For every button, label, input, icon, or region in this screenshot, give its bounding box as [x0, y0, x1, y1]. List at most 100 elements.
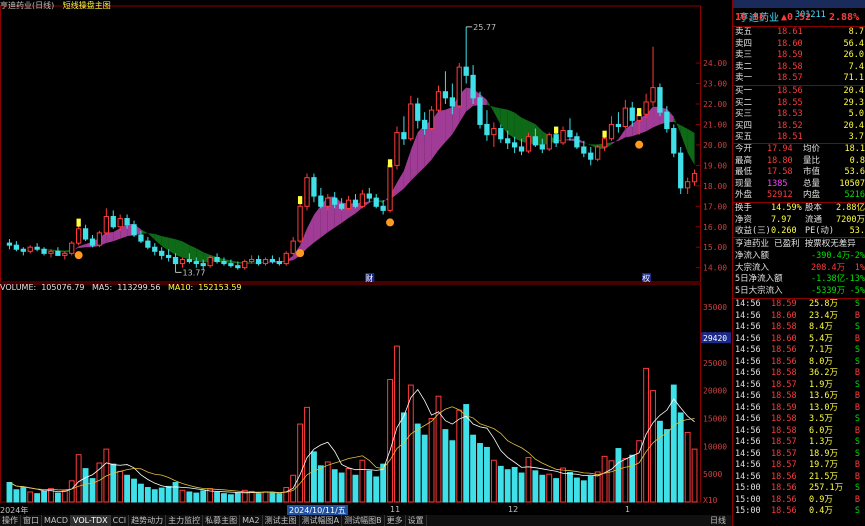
candle-body [172, 256, 179, 265]
ma5-value: 113299.56 [117, 283, 161, 292]
kline-chart[interactable]: 24.00 23.00 22.00 21.00 20.00 19.00 18.00 17.00… [0, 0, 732, 515]
candle-body [671, 128, 677, 154]
tick-side: B [854, 310, 860, 321]
candle-body [615, 123, 622, 127]
indicator-tab[interactable]: MA2 [240, 515, 263, 526]
volume-marker-label: 29420 [703, 334, 727, 343]
ask-price: 18.60 [777, 38, 803, 49]
stat-key: 外盘 [735, 190, 753, 200]
price-tick-label: 18.00 [703, 182, 727, 191]
tick-time: 14:56 [735, 379, 761, 390]
candle-body [138, 234, 144, 242]
stat-key: 总量 [803, 178, 821, 189]
trend-band-segment [307, 214, 314, 249]
candle-body [463, 66, 469, 76]
vol-value: 105076.79 [41, 283, 85, 292]
indicator-tab[interactable]: MACD [42, 515, 71, 526]
trend-band-segment [196, 248, 204, 263]
tick-volume: 18.9万 [809, 448, 838, 459]
indicator-tab[interactable]: 测试幅图A [300, 515, 343, 526]
low-label: 13.77 [183, 268, 206, 277]
bid-row: 买五 18.51 3.7 [733, 132, 865, 143]
stat-key: 内盘 [803, 190, 821, 200]
candle-body [82, 228, 89, 240]
tick-row: 14:56 18.56 8.0万 S [733, 357, 865, 368]
volume-bar [297, 423, 304, 503]
volume-bar [650, 390, 656, 503]
tick-row: 14:56 18.59 13.0万 B [733, 403, 865, 414]
buy-signal-bar [637, 108, 642, 117]
indicator-tab[interactable]: 设置 [406, 515, 427, 526]
tick-row: 14:56 18.56 7.1万 S [733, 345, 865, 356]
tick-row: 14:56 18.60 23.4万 B [733, 311, 865, 322]
stat-key: 均价 [803, 144, 821, 154]
indicator-tab[interactable]: CCI [111, 515, 130, 526]
stat-value: 0.8 [849, 155, 865, 166]
indicator-tab[interactable]: 测试幅图B [342, 515, 385, 526]
candle-body [359, 193, 366, 207]
candle-body [110, 216, 116, 228]
volume-bar [255, 493, 262, 503]
bid-label: 买二 [735, 97, 753, 108]
tick-volume: 6.0万 [809, 425, 833, 436]
tick-volume: 13.0万 [809, 402, 838, 413]
candle-body [629, 107, 635, 121]
volume-bar [262, 491, 269, 503]
trend-band-segment [313, 205, 321, 243]
candle-body [664, 111, 670, 130]
indicator-name[interactable]: 短线操盘主图 [63, 1, 111, 10]
volume-bar [587, 475, 594, 503]
trend-band-segment [168, 237, 176, 255]
candle-body [338, 203, 345, 209]
indicator-tab[interactable]: 趋势动力 [129, 515, 167, 526]
flow-pct: 1% [854, 262, 865, 273]
tick-time: 14:56 [735, 322, 761, 332]
tick-volume: 36.2万 [809, 368, 838, 378]
trend-band-segment [611, 139, 619, 145]
price-row: 18.56 ▲0.52 2.88% [733, 12, 865, 26]
bid-price: 18.53 [777, 109, 803, 119]
stat-key: 现量 [735, 178, 753, 189]
tick-time: 14:56 [735, 345, 761, 355]
volume-bar [117, 470, 124, 503]
ask-price: 18.59 [777, 50, 803, 60]
flow-row: 5日净流入额 -1.38亿 -13% [733, 274, 865, 285]
tick-side: S [854, 379, 860, 390]
tick-row: 15:00 18.56 0.4万 S [733, 506, 865, 517]
indicator-tab[interactable]: 私募主图 [203, 515, 241, 526]
volume-bar [338, 472, 345, 503]
candle-body [595, 146, 601, 160]
flow-row: 净流入额 -390.4万 -2% [733, 251, 865, 262]
volume-bar [477, 443, 483, 503]
volume-bar [470, 434, 477, 503]
ask-row: 卖一 18.57 71.1 [733, 73, 865, 84]
indicator-tab[interactable]: 窗口 [21, 515, 42, 526]
bid-volume: 29.3 [843, 97, 864, 108]
indicator-tab[interactable]: VOL-TDX [70, 515, 111, 526]
trend-band-segment [632, 118, 640, 137]
stat-key: 量比 [803, 155, 821, 166]
candle-body [456, 66, 462, 107]
candle-body [518, 146, 525, 152]
volume-tick-label: X10 [703, 496, 718, 505]
candle-body [62, 252, 68, 256]
volume-bar [214, 492, 220, 503]
stat-value: 2.88亿 [836, 203, 865, 213]
indicator-tab[interactable]: 操作 [0, 515, 21, 526]
bid-volume: 20.4 [843, 120, 864, 131]
volume-bar [331, 469, 338, 503]
candle-body [380, 205, 386, 211]
indicator-tabs: 操作 窗口 MACD VOL-TDX CCI 趋势动力 主力监控 私募主图 MA2 测试主图 测试幅… [0, 515, 732, 526]
tick-row: 14:56 18.58 13.6万 B [733, 391, 865, 402]
stat-value: 53.6 [844, 167, 865, 177]
tick-side: B [854, 368, 860, 378]
volume-bar [61, 490, 68, 503]
candle-body [691, 173, 698, 183]
tick-side: S [854, 356, 860, 367]
period-button[interactable]: 日线 [704, 515, 732, 526]
ask-label: 卖五 [735, 27, 753, 37]
tick-row: 14:56 18.57 19.7万 B [733, 460, 865, 471]
indicator-tab[interactable]: 主力监控 [166, 515, 204, 526]
indicator-tab[interactable]: 更多 [385, 515, 406, 526]
indicator-tab[interactable]: 测试主图 [263, 515, 300, 526]
